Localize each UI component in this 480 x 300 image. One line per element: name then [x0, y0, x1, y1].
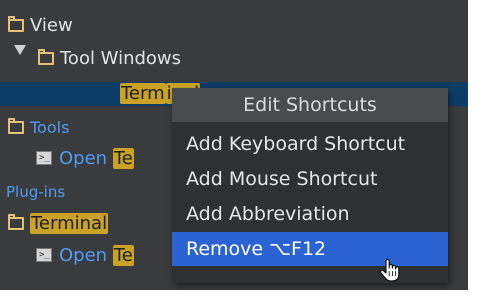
menu-item-remove[interactable]: Remove ⌥F12 — [172, 232, 448, 266]
terminal-icon-glyph: >_ — [39, 250, 50, 260]
context-menu: Edit Shortcuts Add Keyboard Shortcut Add… — [172, 88, 448, 283]
window-border — [468, 0, 480, 300]
menu-item-add-keyboard-shortcut[interactable]: Add Keyboard Shortcut — [172, 127, 448, 161]
tree-item-open-terminal[interactable]: Open Te — [59, 148, 134, 170]
search-highlight: Te — [112, 245, 134, 266]
terminal-icon: >_ — [36, 248, 52, 262]
hand-cursor-icon — [380, 258, 400, 282]
terminal-icon: >_ — [36, 151, 52, 165]
tree-item-terminal-plugin[interactable]: Terminal — [30, 213, 109, 235]
window-border — [0, 290, 480, 300]
terminal-icon-glyph: >_ — [39, 153, 50, 163]
tree-item-open-terminal-plugin[interactable]: Open Te — [59, 245, 134, 267]
menu-item-add-abbreviation[interactable]: Add Abbreviation — [172, 197, 448, 231]
expand-triangle-icon[interactable] — [14, 45, 26, 55]
tree-item-plugins[interactable]: Plug-ins — [6, 181, 65, 203]
tree-item-label: Open — [59, 245, 108, 266]
folder-icon — [8, 214, 24, 230]
menu-item-add-mouse-shortcut[interactable]: Add Mouse Shortcut — [172, 162, 448, 196]
tree-item-view[interactable]: View — [30, 15, 73, 37]
search-highlight: Te — [112, 148, 134, 169]
folder-icon — [8, 16, 24, 32]
folder-icon — [38, 49, 54, 65]
search-highlight: Terminal — [30, 213, 109, 234]
folder-icon — [8, 118, 24, 134]
search-highlight: Term — [120, 83, 166, 104]
tree-item-tool-windows[interactable]: Tool Windows — [60, 48, 181, 70]
tree-item-tools[interactable]: Tools — [30, 117, 69, 139]
keymap-window: View Tool Windows Terminal Tools >_ Open… — [0, 0, 480, 300]
context-menu-header: Edit Shortcuts — [172, 88, 448, 122]
tree-item-label: Open — [59, 148, 108, 169]
